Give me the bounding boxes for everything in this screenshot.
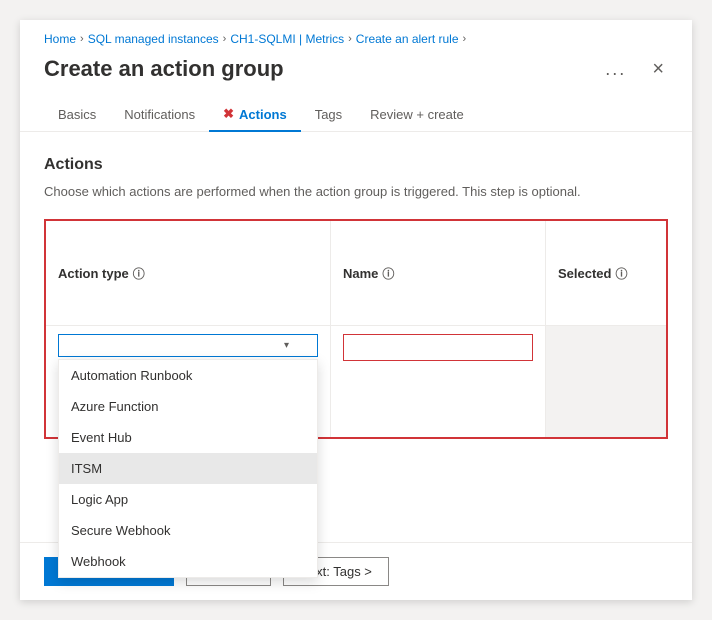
action-type-body: ▾ Automation Runbook Azure Function Even… — [46, 326, 331, 438]
ellipsis-button[interactable]: ... — [599, 57, 632, 82]
selected-header: Selected ⓘ — [546, 221, 666, 326]
breadcrumb-alert[interactable]: Create an alert rule — [356, 32, 459, 46]
option-itsm[interactable]: ITSM — [59, 453, 317, 484]
selected-body — [546, 326, 666, 438]
name-info-icon[interactable]: ⓘ — [382, 265, 394, 282]
option-azure-function[interactable]: Azure Function — [59, 391, 317, 422]
breadcrumb-sql[interactable]: SQL managed instances — [88, 32, 219, 46]
action-type-dropdown[interactable]: ▾ — [58, 334, 318, 357]
action-type-label: Action type — [58, 266, 129, 281]
breadcrumb-sep-4: › — [463, 33, 467, 45]
page-title: Create an action group — [44, 56, 284, 82]
tab-tags[interactable]: Tags — [301, 99, 356, 132]
tab-actions-label: Actions — [239, 107, 287, 122]
close-button[interactable]: × — [648, 57, 668, 81]
breadcrumb: Home › SQL managed instances › CH1-SQLMI… — [20, 20, 692, 52]
chevron-down-icon: ▾ — [284, 340, 289, 351]
action-type-dropdown-menu: Automation Runbook Azure Function Event … — [58, 359, 318, 578]
action-form-table: Action type ⓘ Name ⓘ Selected ⓘ ▾ — [44, 219, 668, 439]
tab-actions[interactable]: ✖ Actions — [209, 98, 301, 132]
option-logic-app[interactable]: Logic App — [59, 484, 317, 515]
option-secure-webhook[interactable]: Secure Webhook — [59, 515, 317, 546]
breadcrumb-sep-1: › — [80, 33, 84, 45]
selected-info-icon[interactable]: ⓘ — [615, 265, 627, 282]
tab-basics[interactable]: Basics — [44, 99, 110, 132]
actions-error-icon: ✖ — [223, 106, 234, 122]
breadcrumb-sep-2: › — [223, 33, 227, 45]
name-header: Name ⓘ — [331, 221, 546, 326]
selected-label: Selected — [558, 266, 611, 281]
breadcrumb-metrics[interactable]: CH1-SQLMI | Metrics — [230, 32, 344, 46]
main-content: Actions Choose which actions are perform… — [20, 132, 692, 455]
header-actions: ... × — [599, 57, 668, 82]
tab-notifications-label: Notifications — [124, 107, 195, 122]
create-action-group-panel: Home › SQL managed instances › CH1-SQLMI… — [20, 20, 692, 600]
action-type-dropdown-wrapper: ▾ Automation Runbook Azure Function Even… — [58, 334, 318, 357]
tab-review-label: Review + create — [370, 107, 464, 122]
tab-notifications[interactable]: Notifications — [110, 99, 209, 132]
name-body — [331, 326, 546, 438]
section-title: Actions — [44, 156, 668, 174]
tab-bar: Basics Notifications ✖ Actions Tags Revi… — [20, 98, 692, 132]
name-input[interactable] — [343, 334, 533, 361]
breadcrumb-sep-3: › — [348, 33, 352, 45]
option-automation-runbook[interactable]: Automation Runbook — [59, 360, 317, 391]
breadcrumb-home[interactable]: Home — [44, 32, 76, 46]
tab-tags-label: Tags — [315, 107, 342, 122]
action-type-info-icon[interactable]: ⓘ — [133, 265, 145, 282]
option-event-hub[interactable]: Event Hub — [59, 422, 317, 453]
tab-review[interactable]: Review + create — [356, 99, 478, 132]
option-webhook[interactable]: Webhook — [59, 546, 317, 577]
tab-basics-label: Basics — [58, 107, 96, 122]
name-label: Name — [343, 266, 378, 281]
section-description: Choose which actions are performed when … — [44, 184, 668, 199]
page-header: Create an action group ... × — [20, 52, 692, 98]
action-type-header: Action type ⓘ — [46, 221, 331, 326]
